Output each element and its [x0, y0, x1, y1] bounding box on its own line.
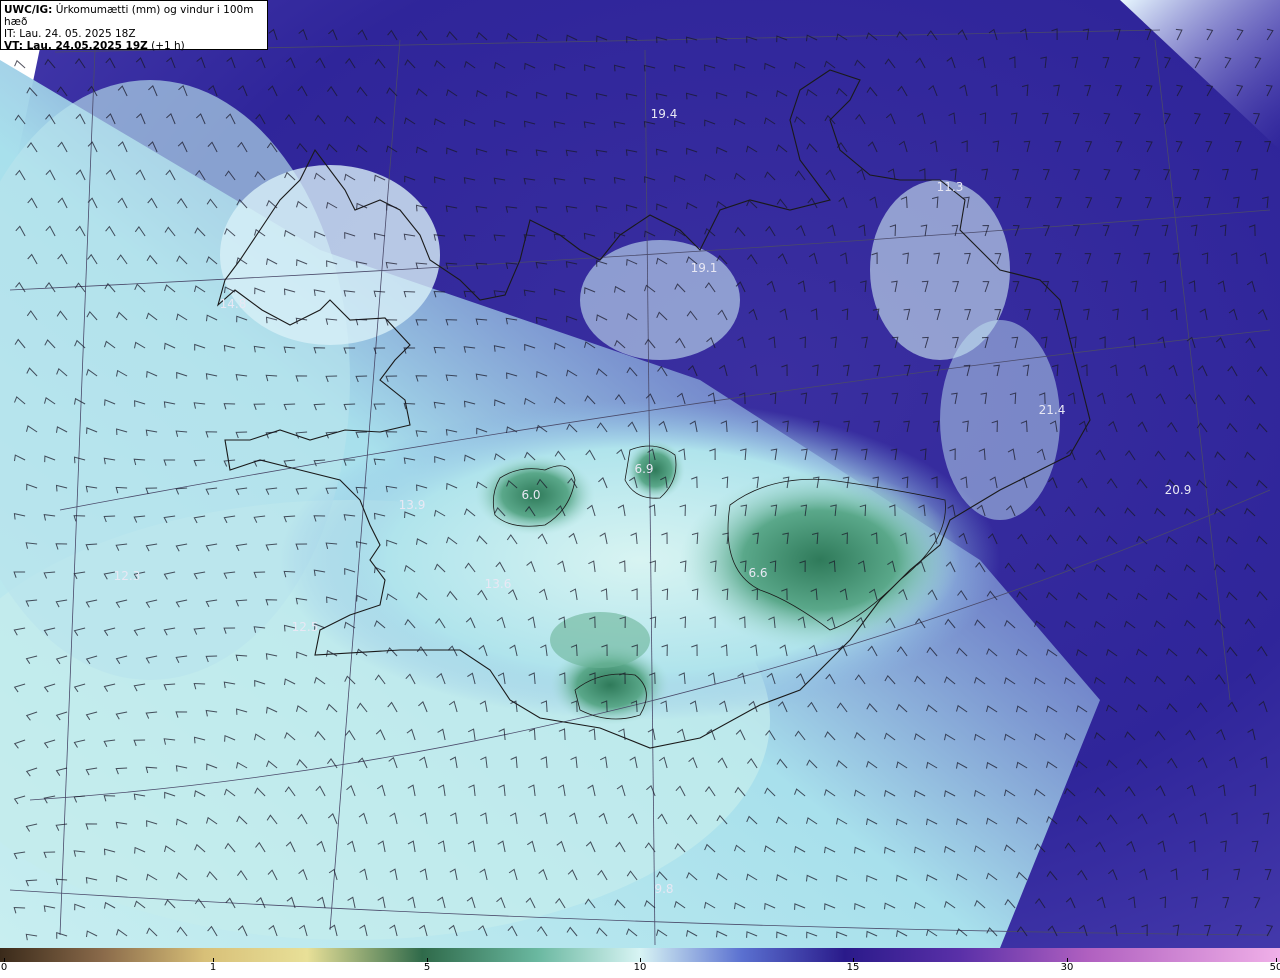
valid-time: VT: Lau. 24.05.2025 19Z [4, 40, 148, 52]
map-value-label: 6.6 [748, 566, 767, 580]
map-value-label: 19.4 [651, 107, 678, 121]
map-value-label: 13.6 [485, 577, 512, 591]
model-name: UWC/IG: [4, 4, 53, 16]
map-value-label: 6.9 [634, 462, 653, 476]
forecast-lead: (+1 h) [147, 40, 185, 52]
colorbar-tick-label: 50 [1269, 962, 1280, 973]
map-value-label: 13.9 [399, 498, 426, 512]
precip-north-1 [580, 240, 740, 360]
colorbar: 0 1 5 10 15 30 50 [0, 948, 1280, 978]
colorbar-tick-label: 30 [1060, 962, 1074, 973]
initial-time: IT: Lau. 24. 05. 2025 18Z [4, 28, 136, 40]
map-value-label: 14.8 [220, 297, 247, 311]
colorbar-tick-label: 0 [0, 962, 8, 973]
map-value-label: 6.0 [521, 488, 540, 502]
precip-westfjords [220, 165, 440, 345]
map-value-label: 21.4 [1039, 403, 1066, 417]
colorbar-tick-label: 10 [633, 962, 647, 973]
map-header: UWC/IG: Úrkomumætti (mm) og vindur i 100… [0, 0, 268, 52]
colorbar-tick-label: 15 [846, 962, 860, 973]
green-area-south [550, 612, 650, 668]
map-value-label: 9.8 [654, 882, 673, 896]
map-value-label: 12.5 [292, 620, 319, 634]
map-value-label: 12.3 [114, 569, 141, 583]
precipitation-wind-map: 19.4 11.3 19.1 14.8 21.4 20.9 13.9 6.0 6.9 6.6 13.… [0, 0, 1280, 948]
colorbar-tick-label: 1 [209, 962, 217, 973]
map-value-label: 20.9 [1165, 483, 1192, 497]
map-value-label: 11.3 [937, 180, 964, 194]
colorbar-tick-label: 5 [423, 962, 431, 973]
map-value-label: 19.1 [691, 261, 718, 275]
